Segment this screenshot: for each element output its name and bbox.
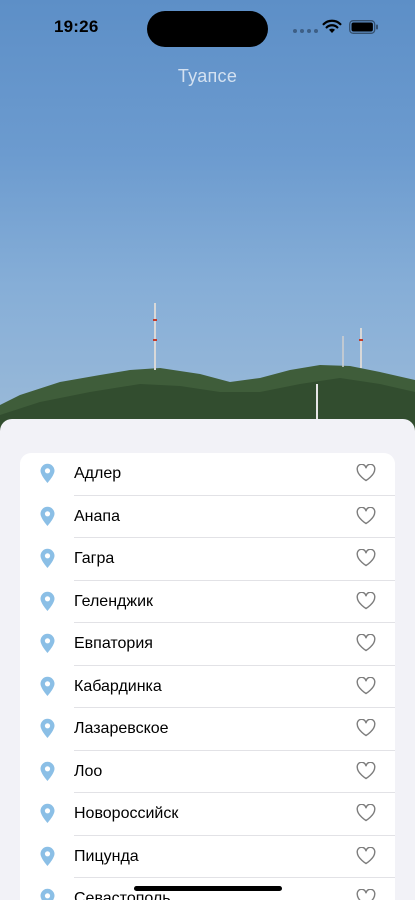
city-name: Кабардинка <box>74 677 162 695</box>
heart-outline-icon[interactable] <box>356 719 376 737</box>
city-row[interactable]: Лоо <box>20 751 395 793</box>
location-pin-icon <box>40 718 55 738</box>
heart-outline-icon[interactable] <box>356 549 376 567</box>
heart-outline-icon[interactable] <box>356 676 376 695</box>
heart-outline-icon[interactable] <box>356 846 376 865</box>
heart-outline-icon[interactable] <box>356 506 376 525</box>
status-bar: 19:26 <box>0 0 415 56</box>
heart-outline-icon[interactable] <box>356 889 376 900</box>
city-title: Туапсе <box>177 66 238 86</box>
city-row[interactable]: Евпатория <box>20 623 395 666</box>
city-name: Адлер <box>74 465 122 482</box>
location-pin-icon <box>40 633 55 653</box>
location-pin-icon <box>40 846 55 866</box>
city-list-sheet: Адлер Анапа Гагра Геленджик Евпатория Кабарди… <box>0 419 415 900</box>
heart-outline-icon[interactable] <box>356 591 376 610</box>
heart-outline-icon[interactable] <box>356 464 376 482</box>
city-name: Лазаревское <box>74 720 169 737</box>
location-pin-icon <box>40 548 55 568</box>
home-indicator[interactable] <box>134 886 282 891</box>
city-row[interactable]: Адлер <box>20 453 395 496</box>
city-row[interactable]: Гагра <box>20 538 395 581</box>
location-pin-icon <box>40 676 55 696</box>
location-pin-icon <box>40 888 55 900</box>
location-pin-icon <box>40 463 55 483</box>
wifi-icon <box>322 19 342 33</box>
heart-outline-icon[interactable] <box>356 761 376 780</box>
cellular-signal-icon <box>293 29 318 33</box>
city-name: Новороссийск <box>74 805 179 822</box>
location-pin-icon <box>40 506 55 526</box>
city-row[interactable]: Лазаревское <box>20 708 395 751</box>
city-row[interactable]: Анапа <box>20 496 395 538</box>
city-row[interactable]: Пицунда <box>20 836 395 878</box>
status-time: 19:26 <box>54 17 99 36</box>
city-list: Адлер Анапа Гагра Геленджик Евпатория Кабарди… <box>20 453 395 900</box>
location-pin-icon <box>40 803 55 823</box>
dynamic-island <box>147 11 268 47</box>
location-pin-icon <box>40 591 55 611</box>
city-row[interactable]: Геленджик <box>20 581 395 623</box>
city-name: Пицунда <box>74 847 139 865</box>
city-row[interactable]: Кабардинка <box>20 666 395 708</box>
city-name: Севастополь <box>74 890 171 900</box>
location-pin-icon <box>40 761 55 781</box>
city-name: Евпатория <box>74 635 153 652</box>
heart-outline-icon[interactable] <box>356 634 376 652</box>
city-name: Гагра <box>74 550 115 567</box>
city-name: Лоо <box>74 762 103 780</box>
heart-outline-icon[interactable] <box>356 804 376 822</box>
city-row[interactable]: Новороссийск <box>20 793 395 836</box>
city-name: Геленджик <box>74 592 154 610</box>
battery-icon <box>349 20 378 34</box>
city-name: Анапа <box>74 507 120 525</box>
